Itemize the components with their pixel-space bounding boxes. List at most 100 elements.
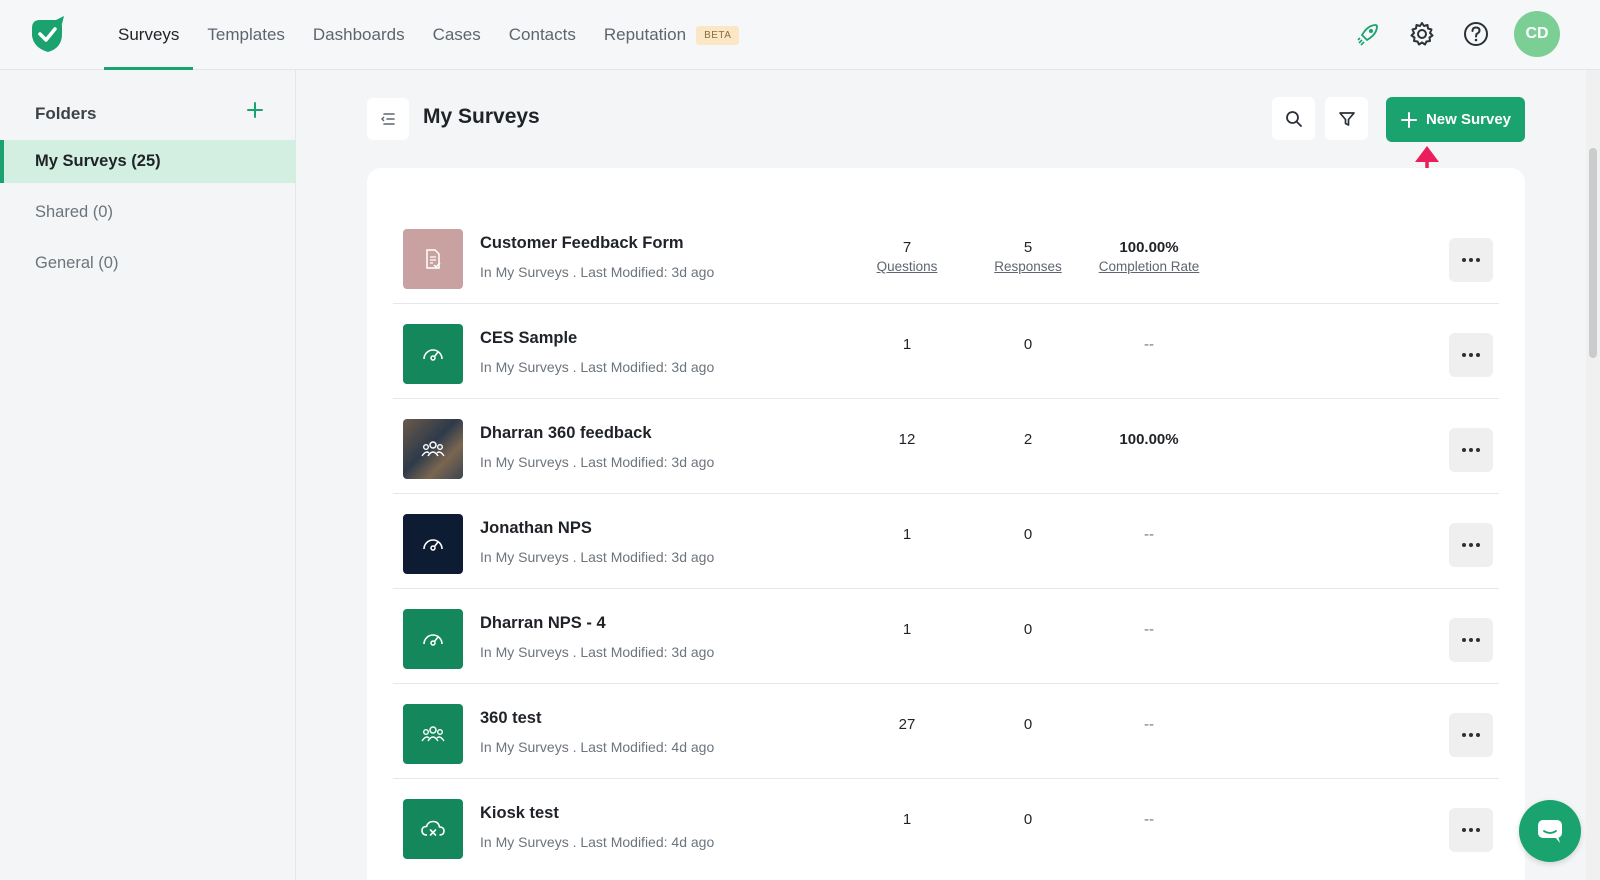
- user-avatar[interactable]: CD: [1514, 11, 1560, 57]
- nav-dashboards-label: Dashboards: [312, 25, 405, 44]
- completion-stat[interactable]: 100.00% Completion Rate: [1079, 239, 1219, 274]
- questions-count: 1: [902, 336, 912, 353]
- questions-count: 7: [902, 239, 912, 256]
- rocket-icon[interactable]: [1352, 18, 1384, 50]
- more-options-button[interactable]: [1449, 333, 1493, 377]
- completion-rate: 100.00%: [1079, 431, 1219, 448]
- completion-rate: --: [1144, 336, 1154, 353]
- ellipsis-icon: [1462, 638, 1480, 642]
- questions-label[interactable]: Questions: [837, 259, 977, 274]
- survey-row[interactable]: Customer Feedback Form In My Surveys . L…: [393, 207, 1499, 304]
- folders-sidebar: Folders My Surveys (25) Shared (0) Gener…: [0, 70, 296, 880]
- scrollbar-thumb[interactable]: [1589, 148, 1597, 358]
- questions-stat[interactable]: 7 Questions: [837, 239, 977, 274]
- survey-row[interactable]: Jonathan NPS In My Surveys . Last Modifi…: [393, 492, 1499, 589]
- survey-name[interactable]: Kiosk test: [480, 804, 559, 823]
- responses-count: 0: [1023, 526, 1033, 543]
- new-survey-label: New Survey: [1425, 111, 1512, 128]
- questions-count: 1: [902, 621, 912, 638]
- completion-rate: 100.00%: [1119, 239, 1179, 256]
- toggle-sidebar-button[interactable]: [367, 98, 409, 140]
- survey-meta: In My Surveys . Last Modified: 3d ago: [480, 359, 715, 375]
- survey-name[interactable]: Jonathan NPS: [480, 519, 592, 538]
- folder-general[interactable]: General (0): [0, 242, 296, 285]
- filter-button[interactable]: [1325, 97, 1368, 140]
- responses-count: 0: [1023, 336, 1033, 353]
- completion-rate: --: [1144, 621, 1154, 638]
- survey-meta: In My Surveys . Last Modified: 3d ago: [480, 549, 715, 565]
- responses-count: 5: [1023, 239, 1033, 256]
- ellipsis-icon: [1462, 258, 1480, 262]
- plus-icon: [1400, 111, 1417, 128]
- survey-meta: In My Surveys . Last Modified: 3d ago: [480, 644, 715, 660]
- nav-cases[interactable]: Cases: [419, 0, 495, 70]
- nav-contacts-label: Contacts: [508, 25, 576, 44]
- cloud-x-icon: [403, 799, 463, 859]
- search-button[interactable]: [1272, 97, 1315, 140]
- more-options-button[interactable]: [1449, 808, 1493, 852]
- survey-name[interactable]: CES Sample: [480, 329, 577, 348]
- survey-meta: In My Surveys . Last Modified: 4d ago: [480, 739, 715, 755]
- ellipsis-icon: [1462, 543, 1480, 547]
- questions-count: 1: [902, 526, 912, 543]
- new-survey-button[interactable]: New Survey: [1386, 97, 1525, 142]
- responses-count: 0: [1023, 621, 1033, 638]
- survey-row[interactable]: 360 test In My Surveys . Last Modified: …: [393, 682, 1499, 779]
- main-nav: Surveys Templates Dashboards Cases Conta…: [104, 0, 753, 70]
- survey-name[interactable]: Dharran 360 feedback: [480, 424, 652, 443]
- gear-icon[interactable]: [1406, 18, 1438, 50]
- nav-templates[interactable]: Templates: [193, 0, 298, 70]
- search-icon: [1285, 110, 1302, 127]
- responses-stat[interactable]: 5 Responses: [958, 239, 1098, 274]
- top-icons: CD: [1352, 11, 1560, 57]
- survey-row[interactable]: Kiosk test In My Surveys . Last Modified…: [393, 777, 1499, 874]
- chat-launcher-button[interactable]: [1519, 800, 1581, 862]
- more-options-button[interactable]: [1449, 238, 1493, 282]
- group-icon: [403, 704, 463, 764]
- completion-value: 100.00%: [1119, 431, 1179, 448]
- survey-list: Customer Feedback Form In My Surveys . L…: [367, 168, 1525, 880]
- top-navbar: Surveys Templates Dashboards Cases Conta…: [0, 0, 1600, 70]
- responses-count: 2: [1023, 431, 1033, 448]
- responses-label[interactable]: Responses: [958, 259, 1098, 274]
- help-icon[interactable]: [1460, 18, 1492, 50]
- completion-rate: --: [1144, 716, 1154, 733]
- survey-meta: In My Surveys . Last Modified: 4d ago: [480, 834, 715, 850]
- chat-bubble-icon: [1538, 820, 1562, 843]
- app-logo-icon[interactable]: [26, 14, 68, 56]
- more-options-button[interactable]: [1449, 523, 1493, 567]
- completion-label[interactable]: Completion Rate: [1079, 259, 1219, 274]
- folder-shared[interactable]: Shared (0): [0, 191, 296, 234]
- page-scrollbar[interactable]: [1586, 70, 1600, 880]
- nav-contacts[interactable]: Contacts: [495, 0, 590, 70]
- more-options-button[interactable]: [1449, 428, 1493, 472]
- completion-rate: --: [1144, 526, 1154, 543]
- nav-cases-label: Cases: [432, 25, 481, 44]
- survey-name[interactable]: 360 test: [480, 709, 541, 728]
- gauge-icon: [403, 609, 463, 669]
- survey-name[interactable]: Dharran NPS - 4: [480, 614, 606, 633]
- survey-name[interactable]: Customer Feedback Form: [480, 234, 684, 253]
- folders-heading: Folders: [35, 104, 97, 123]
- nav-reputation[interactable]: Reputation BETA: [590, 0, 754, 70]
- collapse-menu-icon: [381, 113, 395, 125]
- questions-count: 12: [898, 431, 916, 448]
- survey-row[interactable]: CES Sample In My Surveys . Last Modified…: [393, 302, 1499, 399]
- more-options-button[interactable]: [1449, 713, 1493, 757]
- page-title: My Surveys: [423, 105, 540, 128]
- nav-surveys[interactable]: Surveys: [104, 0, 194, 70]
- survey-row[interactable]: Dharran 360 feedback In My Surveys . Las…: [393, 397, 1499, 494]
- survey-row[interactable]: Dharran NPS - 4 In My Surveys . Last Mod…: [393, 587, 1499, 684]
- filter-icon: [1338, 111, 1355, 126]
- folder-my-surveys[interactable]: My Surveys (25): [0, 140, 296, 183]
- questions-count: 27: [898, 716, 916, 733]
- beta-badge: BETA: [696, 25, 740, 45]
- nav-dashboards[interactable]: Dashboards: [299, 0, 419, 70]
- responses-count: 0: [1023, 716, 1033, 733]
- survey-meta: In My Surveys . Last Modified: 3d ago: [480, 454, 715, 470]
- ellipsis-icon: [1462, 353, 1480, 357]
- add-folder-icon[interactable]: [243, 98, 267, 122]
- gauge-icon: [403, 514, 463, 574]
- nav-templates-label: Templates: [207, 25, 285, 44]
- more-options-button[interactable]: [1449, 618, 1493, 662]
